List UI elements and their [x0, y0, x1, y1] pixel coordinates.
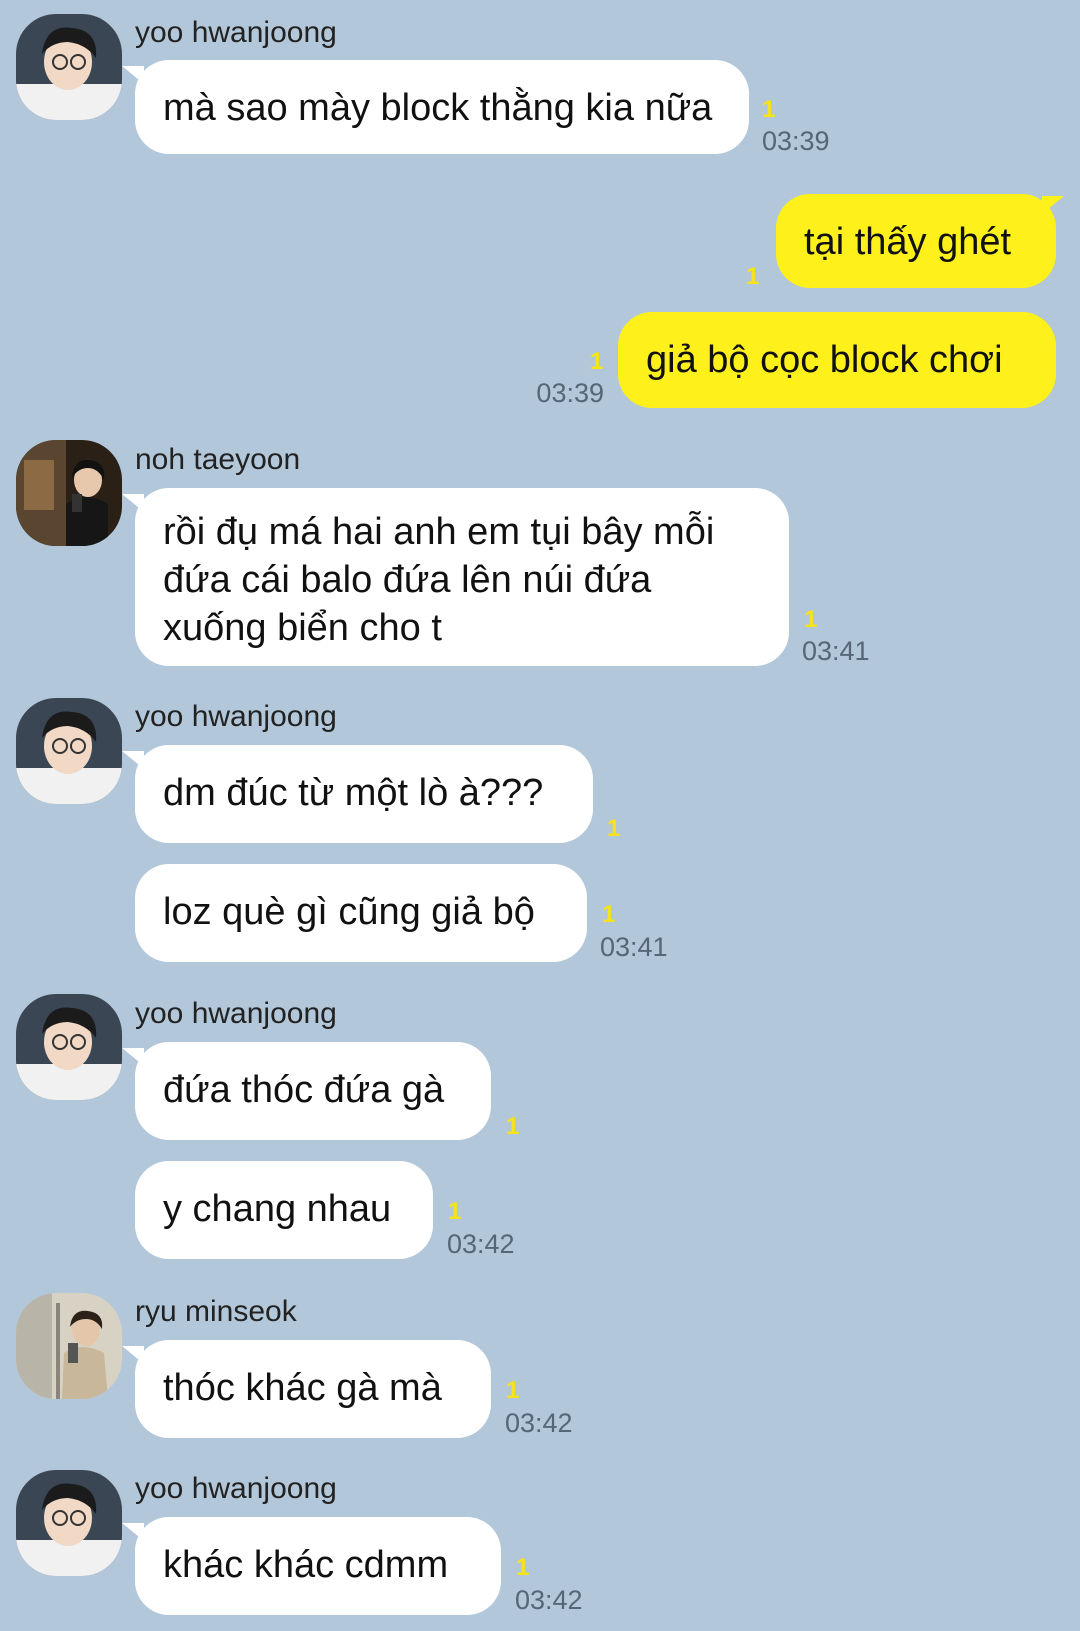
- timestamp: 03:42: [447, 1229, 515, 1259]
- unread-count: 1: [607, 815, 621, 842]
- avatar-yoo-hwanjoong[interactable]: [16, 698, 122, 804]
- unread-count: 1: [506, 1113, 520, 1140]
- sender-name: yoo hwanjoong: [135, 16, 337, 49]
- sender-name: noh taeyoon: [135, 443, 301, 476]
- unread-count: 1: [746, 263, 760, 290]
- message-bubble[interactable]: thóc khác gà mà: [135, 1340, 491, 1438]
- timestamp: 03:42: [505, 1408, 573, 1438]
- profile-photo-icon: [16, 1293, 122, 1399]
- profile-photo-icon: [16, 994, 122, 1100]
- message-bubble[interactable]: khác khác cdmm: [135, 1517, 501, 1615]
- bubble-tail: [122, 66, 144, 84]
- message-bubble[interactable]: loz què gì cũng giả bộ: [135, 864, 587, 962]
- timestamp: 03:41: [600, 932, 668, 962]
- message-bubble-outgoing[interactable]: giả bộ cọc block chơi: [618, 312, 1056, 408]
- unread-count: 1: [602, 901, 616, 928]
- avatar-noh-taeyoon[interactable]: [16, 440, 122, 546]
- unread-count: 1: [590, 348, 604, 375]
- avatar-ryu-minseok[interactable]: [16, 1293, 122, 1399]
- message-bubble[interactable]: mà sao mày block thằng kia nữa: [135, 60, 749, 154]
- profile-photo-icon: [16, 1470, 122, 1576]
- message-bubble[interactable]: y chang nhau: [135, 1161, 433, 1259]
- message-bubble[interactable]: rồi đụ má hai anh em tụi bây mỗi đứa cái…: [135, 488, 789, 666]
- sender-name: ryu minseok: [135, 1295, 297, 1328]
- unread-count: 1: [804, 606, 818, 633]
- bubble-tail: [1042, 196, 1064, 214]
- message-bubble[interactable]: dm đúc từ một lò à???: [135, 745, 593, 843]
- avatar-yoo-hwanjoong[interactable]: [16, 1470, 122, 1576]
- bubble-tail: [122, 751, 144, 769]
- avatar-yoo-hwanjoong[interactable]: [16, 14, 122, 120]
- unread-count: 1: [506, 1377, 520, 1404]
- profile-photo-icon: [16, 14, 122, 120]
- bubble-tail: [122, 1523, 144, 1541]
- profile-photo-icon: [16, 440, 122, 546]
- bubble-tail: [122, 1346, 144, 1364]
- unread-count: 1: [516, 1554, 530, 1581]
- sender-name: yoo hwanjoong: [135, 1472, 337, 1505]
- profile-photo-icon: [16, 698, 122, 804]
- timestamp: 03:42: [515, 1585, 583, 1615]
- message-bubble-outgoing[interactable]: tại thấy ghét: [776, 194, 1056, 288]
- timestamp: 03:39: [762, 126, 830, 156]
- avatar-yoo-hwanjoong[interactable]: [16, 994, 122, 1100]
- sender-name: yoo hwanjoong: [135, 700, 337, 733]
- bubble-tail: [122, 494, 144, 512]
- message-bubble[interactable]: đứa thóc đứa gà: [135, 1042, 491, 1140]
- unread-count: 1: [448, 1198, 462, 1225]
- timestamp: 03:41: [802, 636, 870, 666]
- sender-name: yoo hwanjoong: [135, 997, 337, 1030]
- bubble-tail: [122, 1048, 144, 1066]
- timestamp: 03:39: [536, 378, 604, 408]
- unread-count: 1: [762, 96, 776, 123]
